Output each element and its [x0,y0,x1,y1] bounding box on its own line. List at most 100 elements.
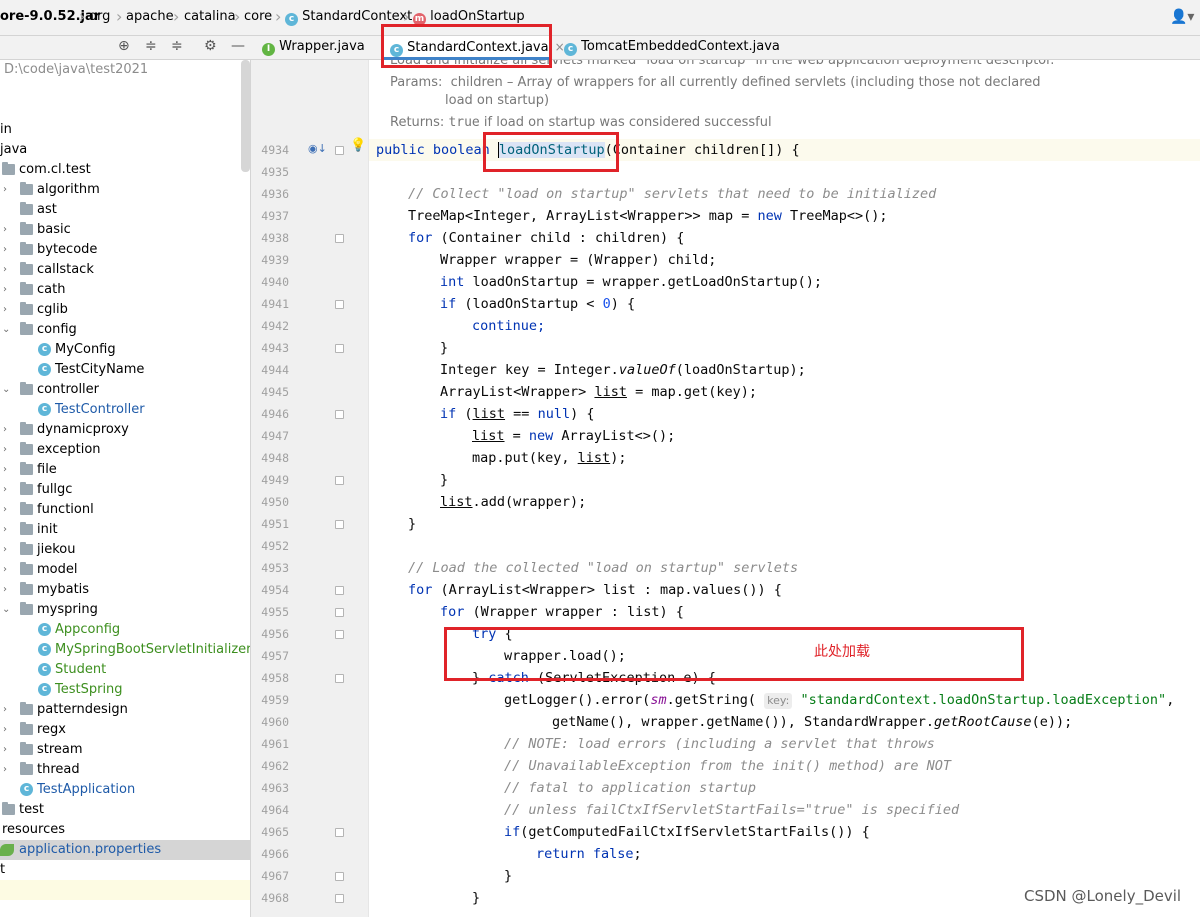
code-line[interactable]: } [472,887,480,909]
code-comment: // Collect "load on startup" servlets th… [408,186,937,202]
fold-marker-icon[interactable] [335,146,344,155]
fold-marker-icon[interactable] [335,300,344,309]
tree-item-folder[interactable]: › functionl [0,500,250,520]
tree-item-class[interactable]: c Student [0,660,250,680]
tree-item-folder[interactable]: › stream [0,740,250,760]
tree-item-class[interactable]: c TestSpring [0,680,250,700]
code-line[interactable]: if (list == null) { [440,403,594,425]
tree-item-folder[interactable]: › fullgc [0,480,250,500]
code-line[interactable]: int loadOnStartup = wrapper.getLoadOnSta… [440,271,822,293]
code-line[interactable]: if(getComputedFailCtxIfServletStartFails… [504,821,870,843]
tree-item-class[interactable]: c MyConfig [0,340,250,360]
breadcrumb-apache[interactable]: apache [126,9,174,24]
fold-marker-icon[interactable] [335,872,344,881]
tree-item-target[interactable]: t [0,860,250,880]
code-line[interactable]: list.add(wrapper); [440,491,586,513]
code-line[interactable]: if (loadOnStartup < 0) { [440,293,635,315]
tree-item-properties[interactable]: application.properties [0,840,250,860]
tab-wrapper-java[interactable]: I Wrapper.java [254,36,374,60]
fold-marker-icon[interactable] [335,674,344,683]
breadcrumb-org[interactable]: org [89,9,110,24]
tree-item-class[interactable]: c TestApplication [0,780,250,800]
gear-icon[interactable]: ⚙ [204,38,217,54]
tree-item-folder[interactable]: ⌄ config [0,320,250,340]
tree-item-folder[interactable]: › algorithm [0,180,250,200]
code-line[interactable]: for (Container child : children) { [408,227,684,249]
code-line[interactable]: getName(), wrapper.getName()), StandardW… [552,711,1072,733]
tree-scrollbar[interactable] [241,60,250,172]
user-icon[interactable]: 👤▾ [1170,9,1194,25]
code-line[interactable]: Integer key = Integer.valueOf(loadOnStar… [440,359,806,381]
fold-marker-icon[interactable] [335,344,344,353]
tree-item-class[interactable]: c TestController [0,400,250,420]
highlight-box-method [483,132,619,172]
code-line[interactable]: for (Wrapper wrapper : list) { [440,601,684,623]
tree-item-folder[interactable]: ast [0,200,250,220]
tree-item-folder[interactable]: › thread [0,760,250,780]
tab-tomcatembeddedcontext-java[interactable]: c TomcatEmbeddedContext.java [556,36,786,60]
tree-item-folder[interactable]: › basic [0,220,250,240]
tree-item-folder[interactable]: › file [0,460,250,480]
code-line[interactable]: TreeMap<Integer, ArrayList<Wrapper>> map… [408,205,888,227]
tree-item-folder[interactable]: › regx [0,720,250,740]
tree-item-folder[interactable]: › init [0,520,250,540]
javadoc-returns: Returns: true if load on startup was con… [390,115,772,130]
tree-item-folder[interactable]: › cath [0,280,250,300]
code-line[interactable]: getLogger().error(sm.getString( key: "st… [504,689,1174,711]
fold-marker-icon[interactable] [335,828,344,837]
tree-item-resources[interactable]: resources [0,820,250,840]
code-line[interactable]: ArrayList<Wrapper> list = map.get(key); [440,381,757,403]
code-line[interactable]: map.put(key, list); [472,447,626,469]
tree-item-class[interactable]: c Appconfig [0,620,250,640]
breadcrumb-separator: › [79,7,86,26]
tree-item-folder[interactable]: › exception [0,440,250,460]
collapse-all-icon[interactable]: ≑ [171,38,183,54]
class-icon: c [38,343,51,356]
fold-marker-icon[interactable] [335,630,344,639]
code-line[interactable]: list = new ArrayList<>(); [472,425,675,447]
code-line[interactable]: } [408,513,416,535]
tree-item-folder[interactable]: › jiekou [0,540,250,560]
tree-item-folder[interactable]: › cglib [0,300,250,320]
implements-marker-icon[interactable]: ◉↓ [308,142,327,155]
tree-item-folder[interactable]: › patterndesign [0,700,250,720]
code-line[interactable]: } [440,469,448,491]
fold-marker-icon[interactable] [335,586,344,595]
tree-item-class[interactable]: c TestCityName [0,360,250,380]
code-line[interactable]: for (ArrayList<Wrapper> list : map.value… [408,579,782,601]
code-line[interactable]: return false; [536,843,642,865]
breadcrumb-catalina[interactable]: catalina [184,9,236,24]
hide-panel-icon[interactable]: — [231,38,245,54]
class-icon: c [285,13,298,26]
fold-marker-icon[interactable] [335,410,344,419]
code-editor[interactable]: Load and initialize all servlets marked … [369,60,1200,917]
tree-item-test[interactable]: test [0,800,250,820]
folder-icon [20,582,33,595]
tree-item-folder[interactable]: › dynamicproxy [0,420,250,440]
code-line[interactable]: continue; [472,315,545,337]
tree-item-folder[interactable]: ⌄ controller [0,380,250,400]
tree-item-folder[interactable]: › model [0,560,250,580]
tree-item-folder[interactable]: › mybatis [0,580,250,600]
locate-icon[interactable]: ⊕ [118,38,130,54]
tree-item-class[interactable]: c MySpringBootServletInitializer [0,640,250,660]
lightbulb-icon[interactable]: 💡 [350,138,366,153]
code-line[interactable]: Wrapper wrapper = (Wrapper) child; [440,249,716,271]
tree-item-main[interactable]: in [0,120,250,140]
expand-all-icon[interactable]: ≑ [145,38,157,54]
fold-marker-icon[interactable] [335,608,344,617]
fold-marker-icon[interactable] [335,476,344,485]
tree-item-java[interactable]: java [0,140,250,160]
tree-item-folder[interactable]: › callstack [0,260,250,280]
tree-label: model [37,562,78,577]
tree-item-folder[interactable]: › bytecode [0,240,250,260]
tree-item-package[interactable]: com.cl.test [0,160,250,180]
code-line[interactable]: } [504,865,512,887]
code-line[interactable]: } [440,337,448,359]
code-comment: // UnavailableException from the init() … [504,758,952,774]
fold-marker-icon[interactable] [335,234,344,243]
tree-item-folder[interactable]: ⌄ myspring [0,600,250,620]
breadcrumb-core[interactable]: core [244,9,272,24]
fold-marker-icon[interactable] [335,894,344,903]
fold-marker-icon[interactable] [335,520,344,529]
